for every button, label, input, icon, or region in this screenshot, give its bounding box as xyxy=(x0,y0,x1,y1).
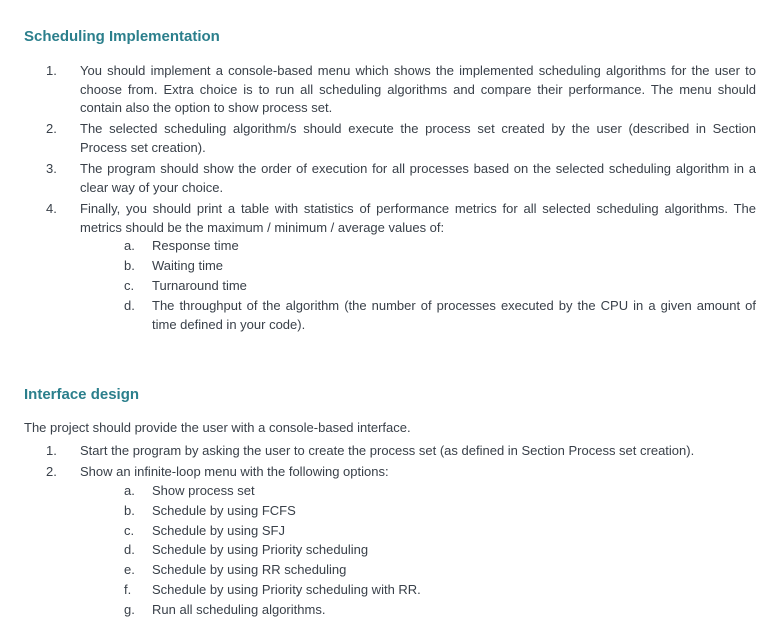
menu-options-sublist: a. Show process set b. Schedule by using… xyxy=(124,482,756,620)
marker: d. xyxy=(124,297,152,335)
marker: 3. xyxy=(46,160,80,198)
list-item: c. Turnaround time xyxy=(124,277,756,296)
list-text: Show process set xyxy=(152,482,756,501)
list-item: 2. The selected scheduling algorithm/s s… xyxy=(46,120,756,158)
marker: a. xyxy=(124,237,152,256)
marker: g. xyxy=(124,601,152,620)
list-text: Response time xyxy=(152,237,756,256)
list-text: Show an infinite-loop menu with the foll… xyxy=(80,463,756,621)
section-heading: Interface design xyxy=(24,384,756,406)
list-item: f. Schedule by using Priority scheduling… xyxy=(124,581,756,600)
marker: c. xyxy=(124,522,152,541)
list-text: Schedule by using Priority scheduling xyxy=(152,541,756,560)
scheduling-list: 1. You should implement a console-based … xyxy=(46,62,756,336)
list-text-inner: Finally, you should print a table with s… xyxy=(80,201,756,235)
list-text: Turnaround time xyxy=(152,277,756,296)
marker: 1. xyxy=(46,62,80,119)
list-text: The program should show the order of exe… xyxy=(80,160,756,198)
list-item: g. Run all scheduling algorithms. xyxy=(124,601,756,620)
marker: a. xyxy=(124,482,152,501)
list-item: 4. Finally, you should print a table wit… xyxy=(46,200,756,336)
list-text: Waiting time xyxy=(152,257,756,276)
list-item: 1. You should implement a console-based … xyxy=(46,62,756,119)
section-heading: Scheduling Implementation xyxy=(24,26,756,48)
list-item: a. Show process set xyxy=(124,482,756,501)
marker: 4. xyxy=(46,200,80,336)
marker: 1. xyxy=(46,442,80,461)
list-text: Start the program by asking the user to … xyxy=(80,442,756,461)
list-item: c. Schedule by using SFJ xyxy=(124,522,756,541)
list-text: Finally, you should print a table with s… xyxy=(80,200,756,336)
list-item: e. Schedule by using RR scheduling xyxy=(124,561,756,580)
marker: f. xyxy=(124,581,152,600)
list-item: d. Schedule by using Priority scheduling xyxy=(124,541,756,560)
list-item: d. The throughput of the algorithm (the … xyxy=(124,297,756,335)
list-text: Schedule by using FCFS xyxy=(152,502,756,521)
marker: b. xyxy=(124,257,152,276)
list-text: The selected scheduling algorithm/s shou… xyxy=(80,120,756,158)
marker: 2. xyxy=(46,120,80,158)
interface-list: 1. Start the program by asking the user … xyxy=(46,442,756,621)
list-text: Run all scheduling algorithms. xyxy=(152,601,756,620)
list-item: 3. The program should show the order of … xyxy=(46,160,756,198)
marker: b. xyxy=(124,502,152,521)
marker: c. xyxy=(124,277,152,296)
list-text: You should implement a console-based men… xyxy=(80,62,756,119)
metrics-sublist: a. Response time b. Waiting time c. Turn… xyxy=(124,237,756,334)
list-item: 1. Start the program by asking the user … xyxy=(46,442,756,461)
intro-text: The project should provide the user with… xyxy=(24,419,756,438)
marker: d. xyxy=(124,541,152,560)
list-item: 2. Show an infinite-loop menu with the f… xyxy=(46,463,756,621)
list-text: Schedule by using RR scheduling xyxy=(152,561,756,580)
list-item: b. Waiting time xyxy=(124,257,756,276)
list-text: The throughput of the algorithm (the num… xyxy=(152,297,756,335)
list-text: Schedule by using Priority scheduling wi… xyxy=(152,581,756,600)
marker: 2. xyxy=(46,463,80,621)
list-item: a. Response time xyxy=(124,237,756,256)
list-text-inner: Show an infinite-loop menu with the foll… xyxy=(80,464,389,479)
list-text: Schedule by using SFJ xyxy=(152,522,756,541)
list-item: b. Schedule by using FCFS xyxy=(124,502,756,521)
marker: e. xyxy=(124,561,152,580)
